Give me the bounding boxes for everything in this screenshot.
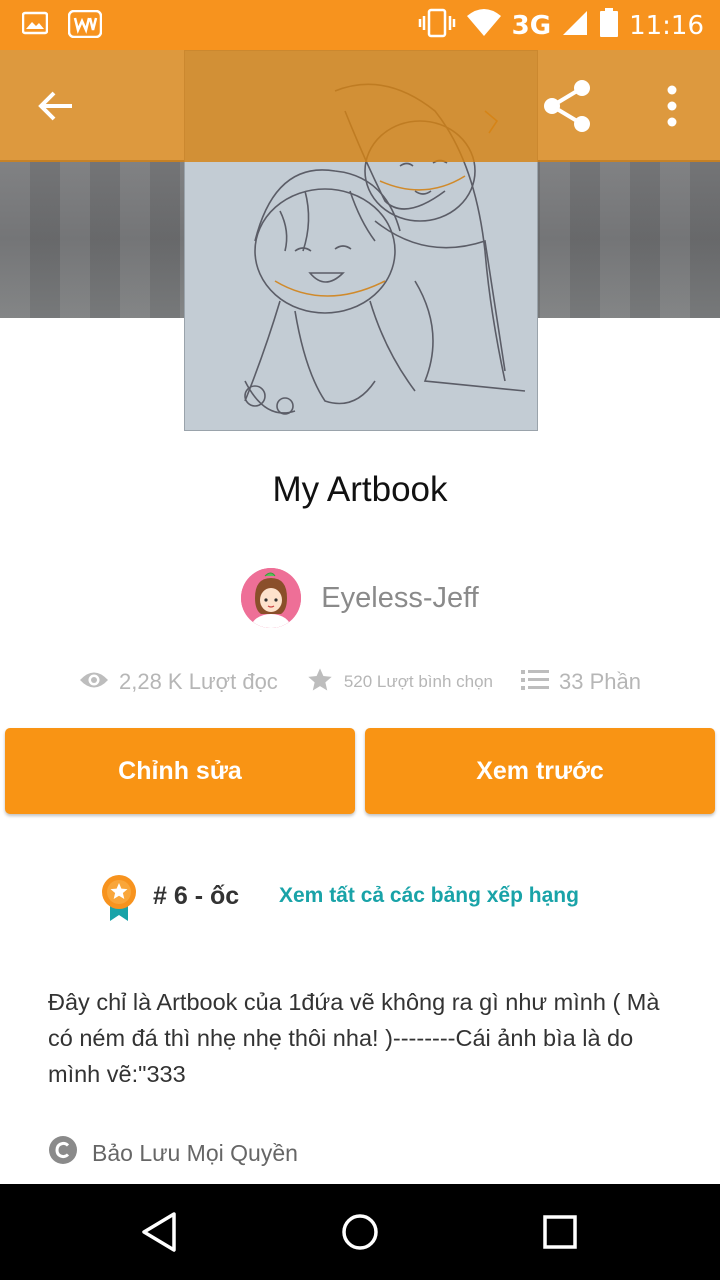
ranking-text: # 6 - ốc — [153, 882, 240, 910]
ranking-row: # 6 - ốc Xem tất cả các bảng xếp hạng — [0, 870, 720, 926]
story-description: Đây chỉ là Artbook của 1đứa vẽ không ra … — [48, 989, 660, 1087]
nav-recents-icon[interactable] — [536, 1208, 584, 1256]
copyright-row: Bảo Lưu Mọi Quyền — [48, 1136, 298, 1170]
avatar[interactable] — [241, 568, 302, 628]
share-icon[interactable] — [540, 78, 596, 134]
parts-label: 33 Phần — [559, 669, 641, 694]
stats-row: 2,28 K Lượt đọc 520 Lượt bình chọn 33 Ph… — [0, 662, 720, 702]
nav-home-icon[interactable] — [336, 1208, 384, 1256]
battery-icon — [599, 8, 619, 43]
nav-back-icon[interactable] — [136, 1208, 184, 1256]
edit-button[interactable]: Chỉnh sửa — [5, 728, 355, 814]
preview-button[interactable]: Xem trước — [365, 728, 715, 814]
copyright-label: Bảo Lưu Mọi Quyền — [92, 1139, 298, 1166]
wifi-icon — [466, 8, 502, 43]
reads-stat: 2,28 K Lượt đọc — [79, 669, 278, 696]
list-icon — [521, 668, 550, 697]
story-title: My Artbook — [272, 470, 448, 509]
back-arrow-icon[interactable] — [30, 80, 82, 132]
ranking-badge-icon — [100, 874, 138, 922]
wattpad-icon — [67, 9, 103, 43]
network-type: 3G — [511, 10, 552, 41]
author-name[interactable]: Eyeless-Jeff — [321, 582, 478, 615]
navigation-bar — [0, 1184, 720, 1280]
star-icon — [306, 666, 334, 699]
status-time: 11:16 — [629, 10, 704, 41]
view-all-rankings-link[interactable]: Xem tất cả các bảng xếp hạng — [279, 884, 579, 908]
eye-icon — [79, 669, 109, 696]
votes-label: 520 Lượt bình chọn — [343, 672, 494, 691]
toolbar — [0, 50, 720, 162]
copyright-icon — [48, 1135, 78, 1171]
image-icon — [21, 10, 49, 43]
reads-label: 2,28 K Lượt đọc — [119, 669, 278, 694]
status-bar: 3G 11:16 — [0, 0, 720, 50]
votes-stat: 520 Lượt bình chọn — [306, 666, 493, 699]
author-row[interactable]: Eyeless-Jeff — [0, 566, 720, 630]
more-vert-icon[interactable] — [650, 78, 694, 134]
signal-icon — [561, 9, 589, 42]
parts-stat: 33 Phần — [521, 668, 641, 697]
vibrate-icon — [418, 8, 456, 43]
